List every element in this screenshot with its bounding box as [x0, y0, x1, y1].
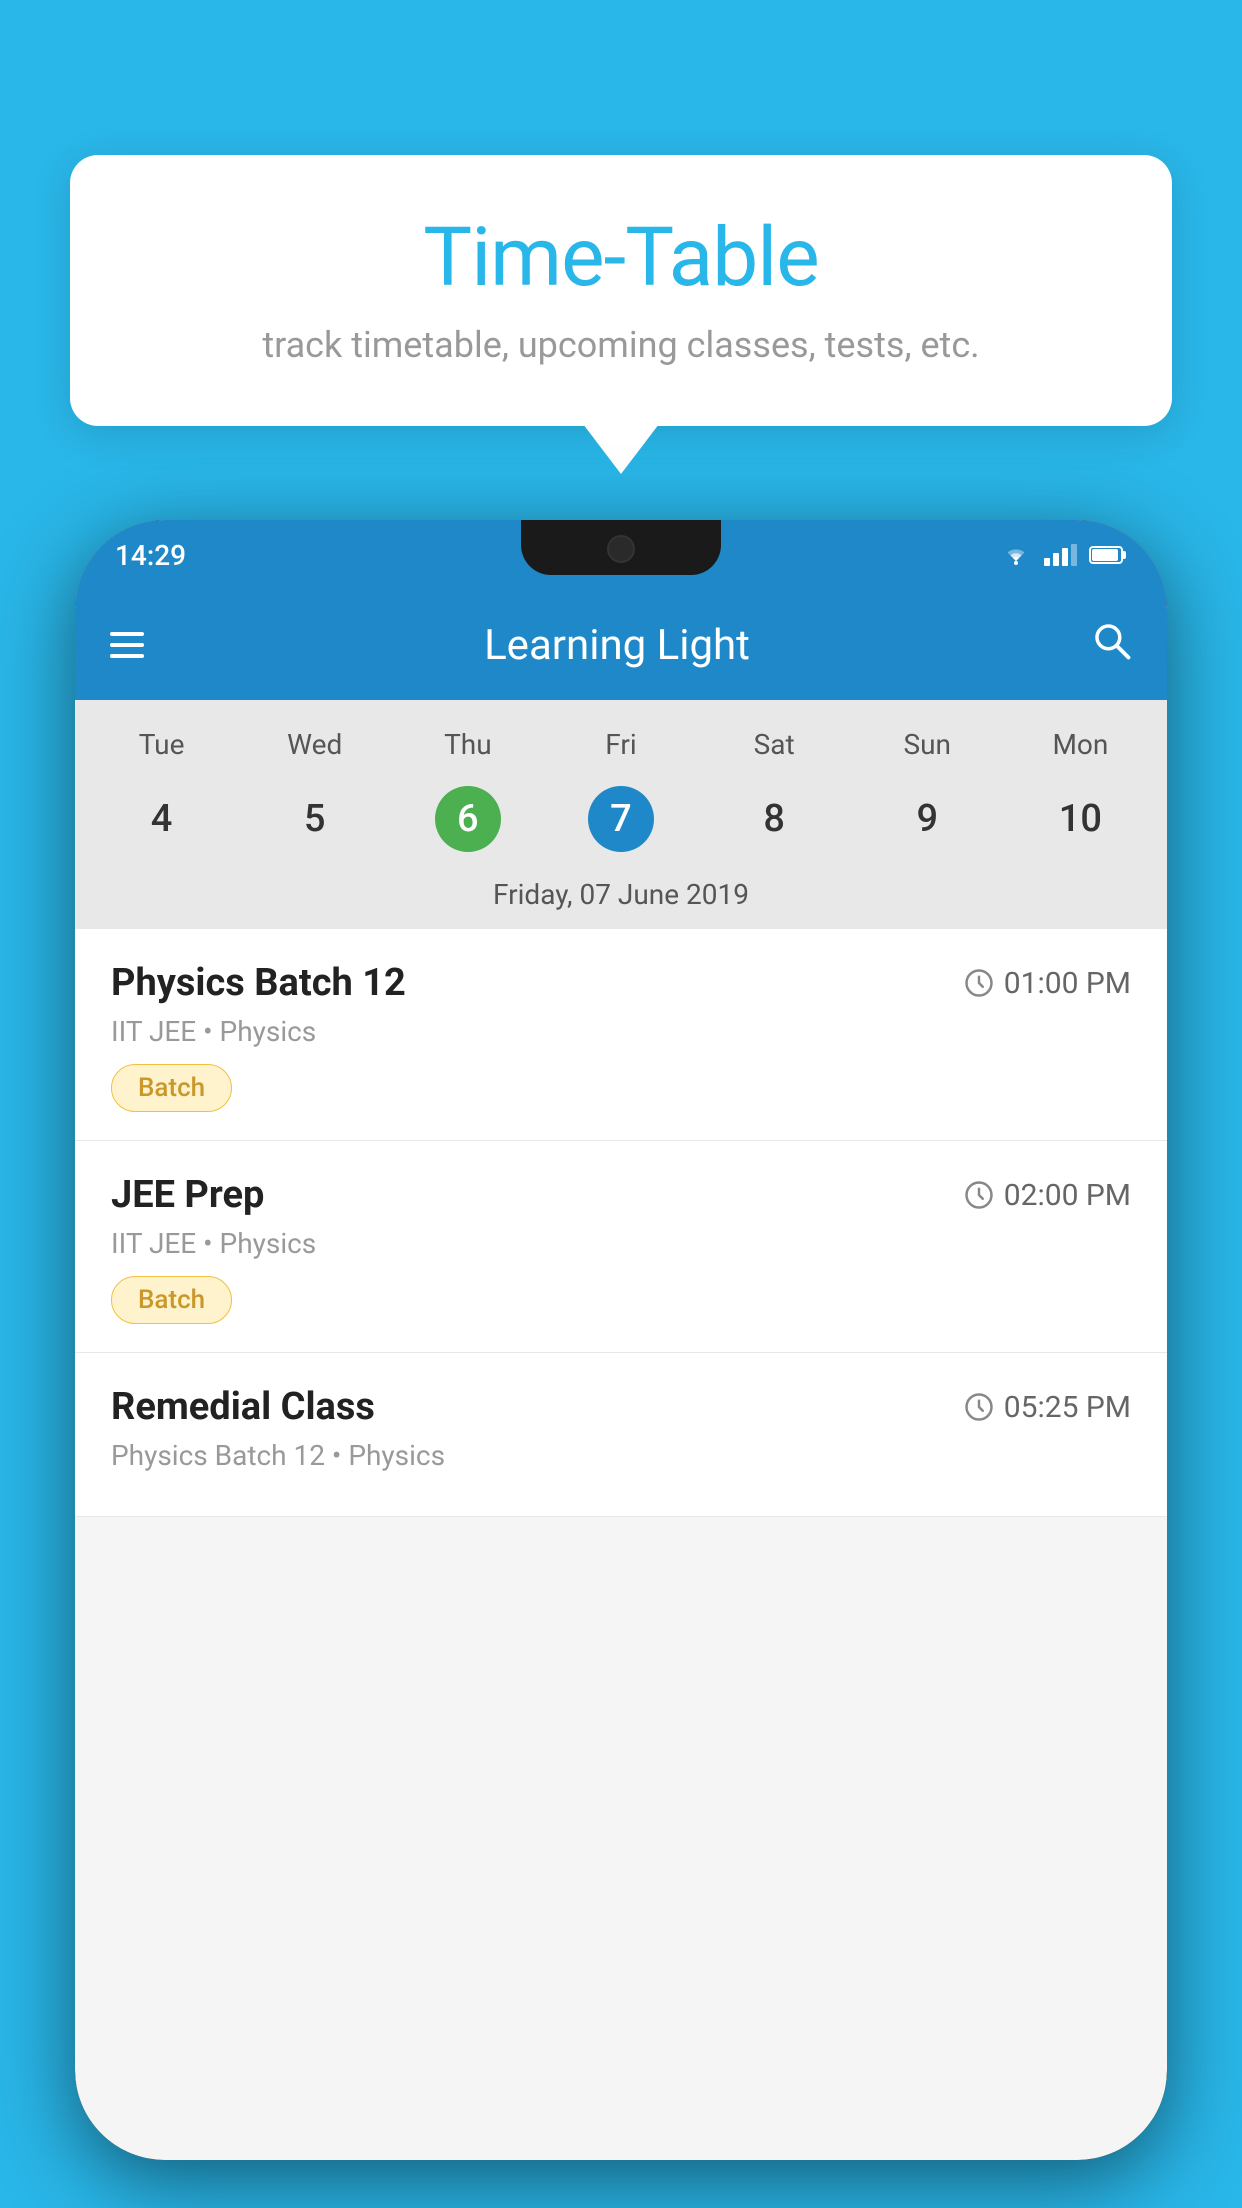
schedule-item-2-header: JEE Prep 02:00 PM — [111, 1173, 1131, 1217]
day-label-sat: Sat — [698, 720, 851, 769]
schedule-item-3-header: Remedial Class 05:25 PM — [111, 1385, 1131, 1429]
status-time: 14:29 — [115, 539, 186, 572]
clock-icon-1 — [964, 968, 994, 998]
schedule-item-3-time: 05:25 PM — [964, 1390, 1131, 1425]
day-7-selected[interactable]: 7 — [544, 774, 697, 864]
schedule-item-3-title: Remedial Class — [111, 1385, 375, 1429]
schedule-item-1-header: Physics Batch 12 01:00 PM — [111, 961, 1131, 1005]
schedule-item-3-subtitle: Physics Batch 12 • Physics — [111, 1439, 1131, 1472]
menu-line-3 — [110, 654, 144, 658]
speech-bubble-subtitle: track timetable, upcoming classes, tests… — [130, 324, 1112, 366]
calendar-week: Tue Wed Thu Fri Sat Sun Mon 4 5 6 7 8 9 … — [75, 700, 1167, 929]
battery-icon — [1089, 545, 1127, 565]
day-label-thu: Thu — [391, 720, 544, 769]
search-button[interactable] — [1090, 619, 1132, 671]
time-label-2: 02:00 PM — [1004, 1178, 1131, 1213]
day-10[interactable]: 10 — [1004, 774, 1157, 864]
clock-icon-2 — [964, 1180, 994, 1210]
time-label-1: 01:00 PM — [1004, 966, 1131, 1001]
menu-line-1 — [110, 632, 144, 636]
schedule-item-1-time: 01:00 PM — [964, 966, 1131, 1001]
day-label-sun: Sun — [851, 720, 1004, 769]
day-4[interactable]: 4 — [85, 774, 238, 864]
day-label-tue: Tue — [85, 720, 238, 769]
selected-date-label: Friday, 07 June 2019 — [75, 864, 1167, 929]
day-label-wed: Wed — [238, 720, 391, 769]
day-label-fri: Fri — [544, 720, 697, 769]
phone-camera — [607, 535, 635, 563]
schedule-item-2-subtitle: IIT JEE • Physics — [111, 1227, 1131, 1260]
schedule-item-2[interactable]: JEE Prep 02:00 PM IIT JEE • Physics Batc… — [75, 1141, 1167, 1353]
time-label-3: 05:25 PM — [1004, 1390, 1131, 1425]
speech-bubble-title: Time-Table — [130, 210, 1112, 306]
batch-badge-1: Batch — [111, 1064, 232, 1112]
hamburger-menu-button[interactable] — [110, 632, 144, 658]
status-icons — [1000, 543, 1127, 567]
day-numbers: 4 5 6 7 8 9 10 — [75, 774, 1167, 864]
phone-frame: 14:29 — [75, 520, 1167, 2160]
schedule-item-1-title: Physics Batch 12 — [111, 961, 406, 1005]
day-6-today[interactable]: 6 — [391, 774, 544, 864]
schedule-list: Physics Batch 12 01:00 PM IIT JEE • Phys… — [75, 929, 1167, 1517]
schedule-item-3[interactable]: Remedial Class 05:25 PM Physics Batch 12… — [75, 1353, 1167, 1517]
app-bar: Learning Light — [75, 590, 1167, 700]
day-5[interactable]: 5 — [238, 774, 391, 864]
schedule-item-2-title: JEE Prep — [111, 1173, 264, 1217]
schedule-item-1[interactable]: Physics Batch 12 01:00 PM IIT JEE • Phys… — [75, 929, 1167, 1141]
speech-bubble: Time-Table track timetable, upcoming cla… — [70, 155, 1172, 426]
schedule-item-2-time: 02:00 PM — [964, 1178, 1131, 1213]
phone-wrapper: 14:29 — [75, 520, 1167, 2208]
phone-screen: 14:29 — [75, 520, 1167, 2160]
signal-icon — [1044, 544, 1077, 566]
schedule-item-1-subtitle: IIT JEE • Physics — [111, 1015, 1131, 1048]
batch-badge-2: Batch — [111, 1276, 232, 1324]
day-labels: Tue Wed Thu Fri Sat Sun Mon — [75, 720, 1167, 769]
phone-notch — [521, 520, 721, 575]
search-icon — [1090, 619, 1132, 661]
menu-line-2 — [110, 643, 144, 647]
day-9[interactable]: 9 — [851, 774, 1004, 864]
day-label-mon: Mon — [1004, 720, 1157, 769]
wifi-icon — [1000, 543, 1032, 567]
clock-icon-3 — [964, 1392, 994, 1422]
day-8[interactable]: 8 — [698, 774, 851, 864]
app-bar-title: Learning Light — [174, 621, 1060, 670]
